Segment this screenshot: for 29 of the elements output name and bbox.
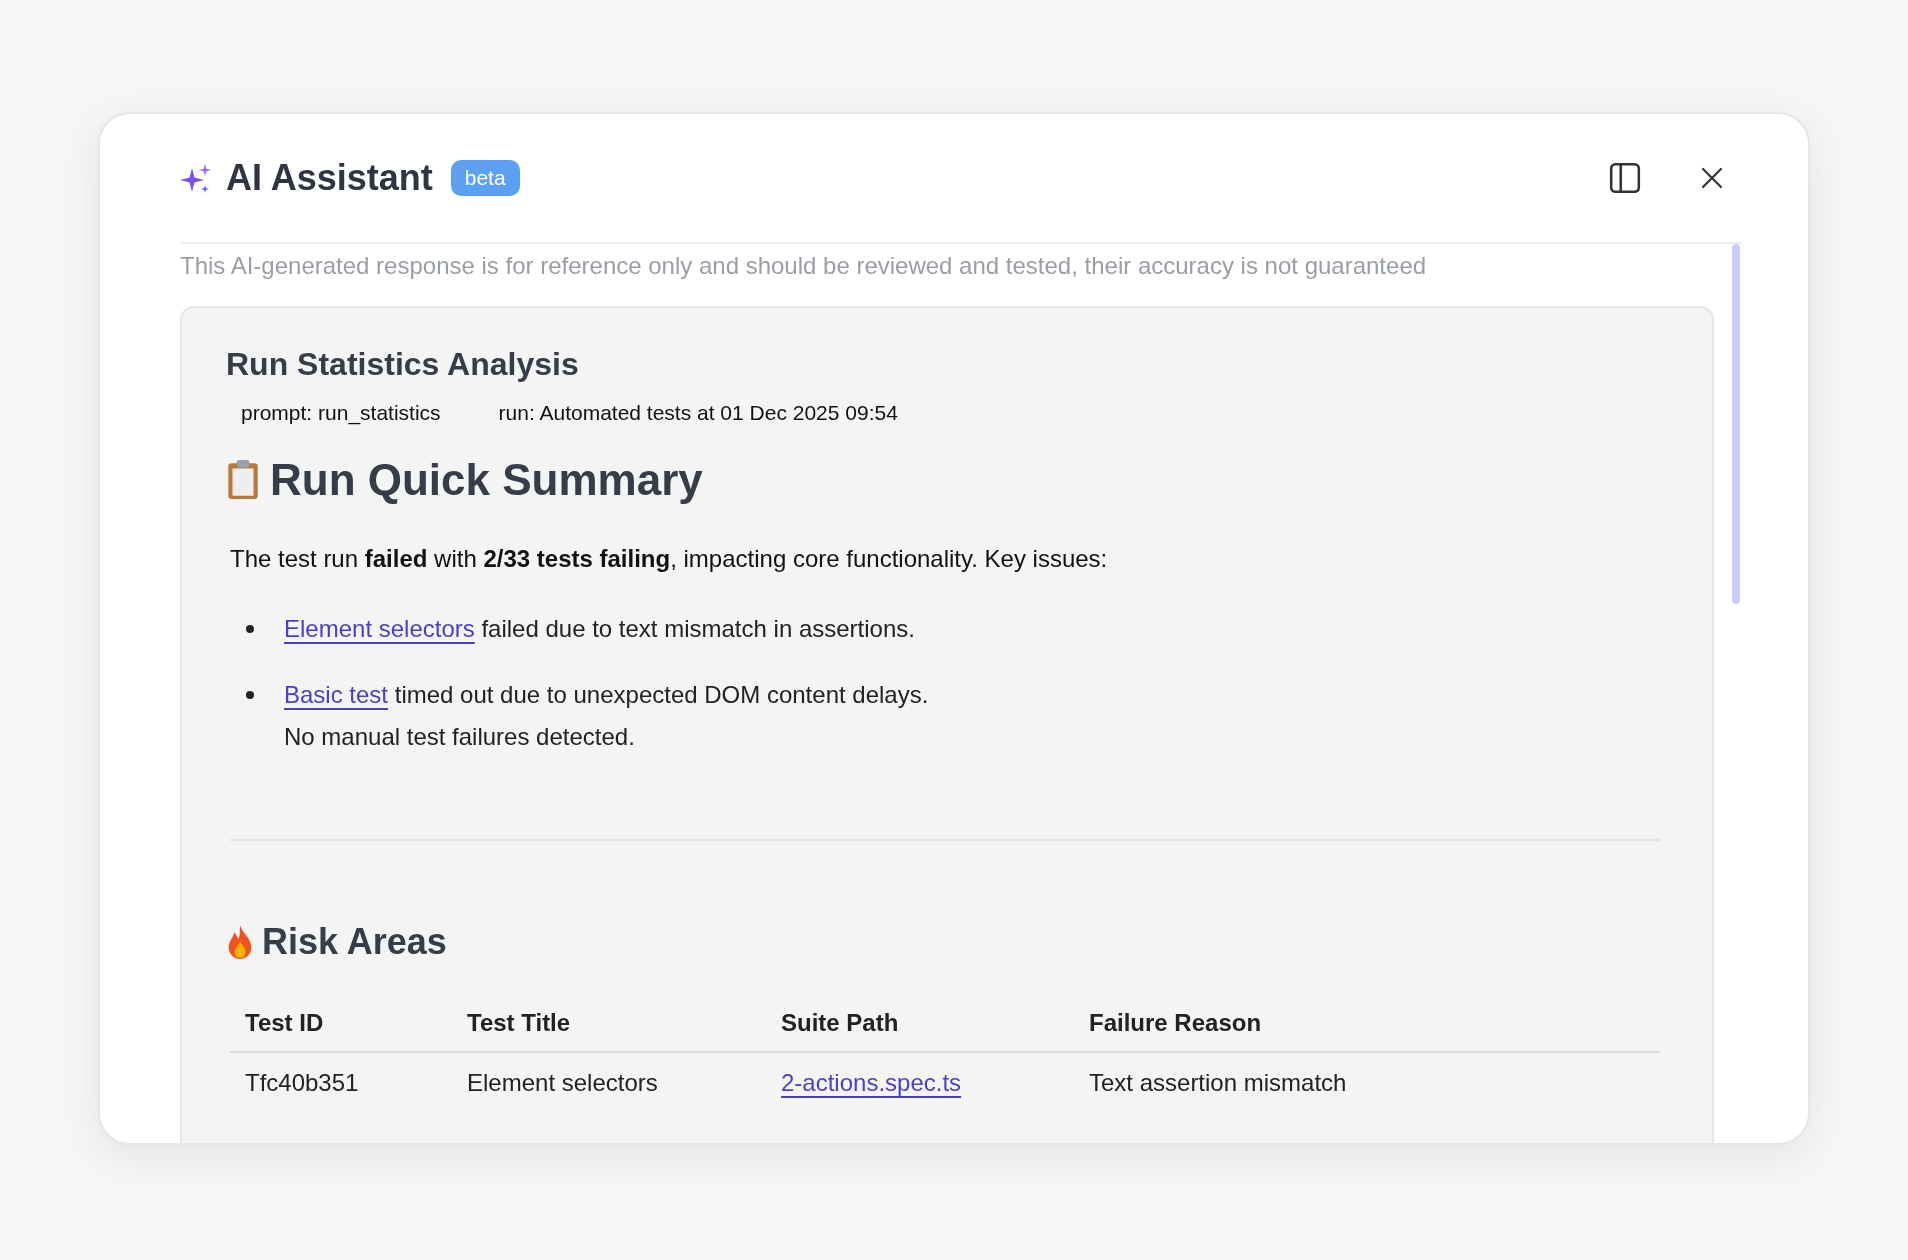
beta-badge: beta (450, 160, 520, 196)
sidebar-toggle-icon[interactable] (1608, 161, 1642, 195)
scrollbar-thumb[interactable] (1732, 244, 1740, 604)
bullet-icon (246, 691, 254, 699)
card-title: Run Statistics Analysis (226, 346, 580, 383)
summary-heading: Run Quick Summary (270, 455, 703, 505)
table-cell: Element selectors (452, 1052, 766, 1113)
clipboard-icon (226, 459, 260, 501)
table-cell: Text assertion mismatch (1074, 1052, 1660, 1113)
column-header: Failure Reason (1074, 997, 1660, 1052)
column-header: Suite Path (766, 997, 1074, 1052)
test-link[interactable]: Basic test (284, 681, 389, 708)
close-icon[interactable] (1700, 166, 1724, 190)
bullet-text: Basic test timed out due to unexpected DOM content delays. (284, 681, 929, 709)
meta-text: run: Automated tests at 01 Dec 2025 09:54 (498, 401, 898, 425)
suite-path-link[interactable]: 2-actions.spec.ts (781, 1069, 962, 1096)
column-header: Test ID (230, 997, 452, 1052)
risk-heading: Risk Areas (262, 921, 447, 963)
column-header: Test Title (452, 997, 766, 1052)
summary-text: The test run failed with 2/33 tests failing, impacting core functionality. Key issues: (230, 545, 1109, 573)
table-cell: Tfc40b351 (230, 1052, 452, 1113)
meta-text: prompt: run_statistics (241, 401, 441, 425)
note-text: No manual test failures detected. (283, 723, 636, 751)
disclaimer-text: This AI-generated response is for reference only and should be reviewed and tested, their accuracy is not guaranteed (180, 252, 1428, 280)
flame-icon (226, 924, 254, 960)
bullet-text: Element selectors failed due to text mismatch in assertions. (284, 615, 915, 643)
test-link[interactable]: Element selectors (284, 615, 475, 642)
panel-title: AI Assistant (226, 157, 433, 199)
bullet-icon (246, 625, 254, 633)
